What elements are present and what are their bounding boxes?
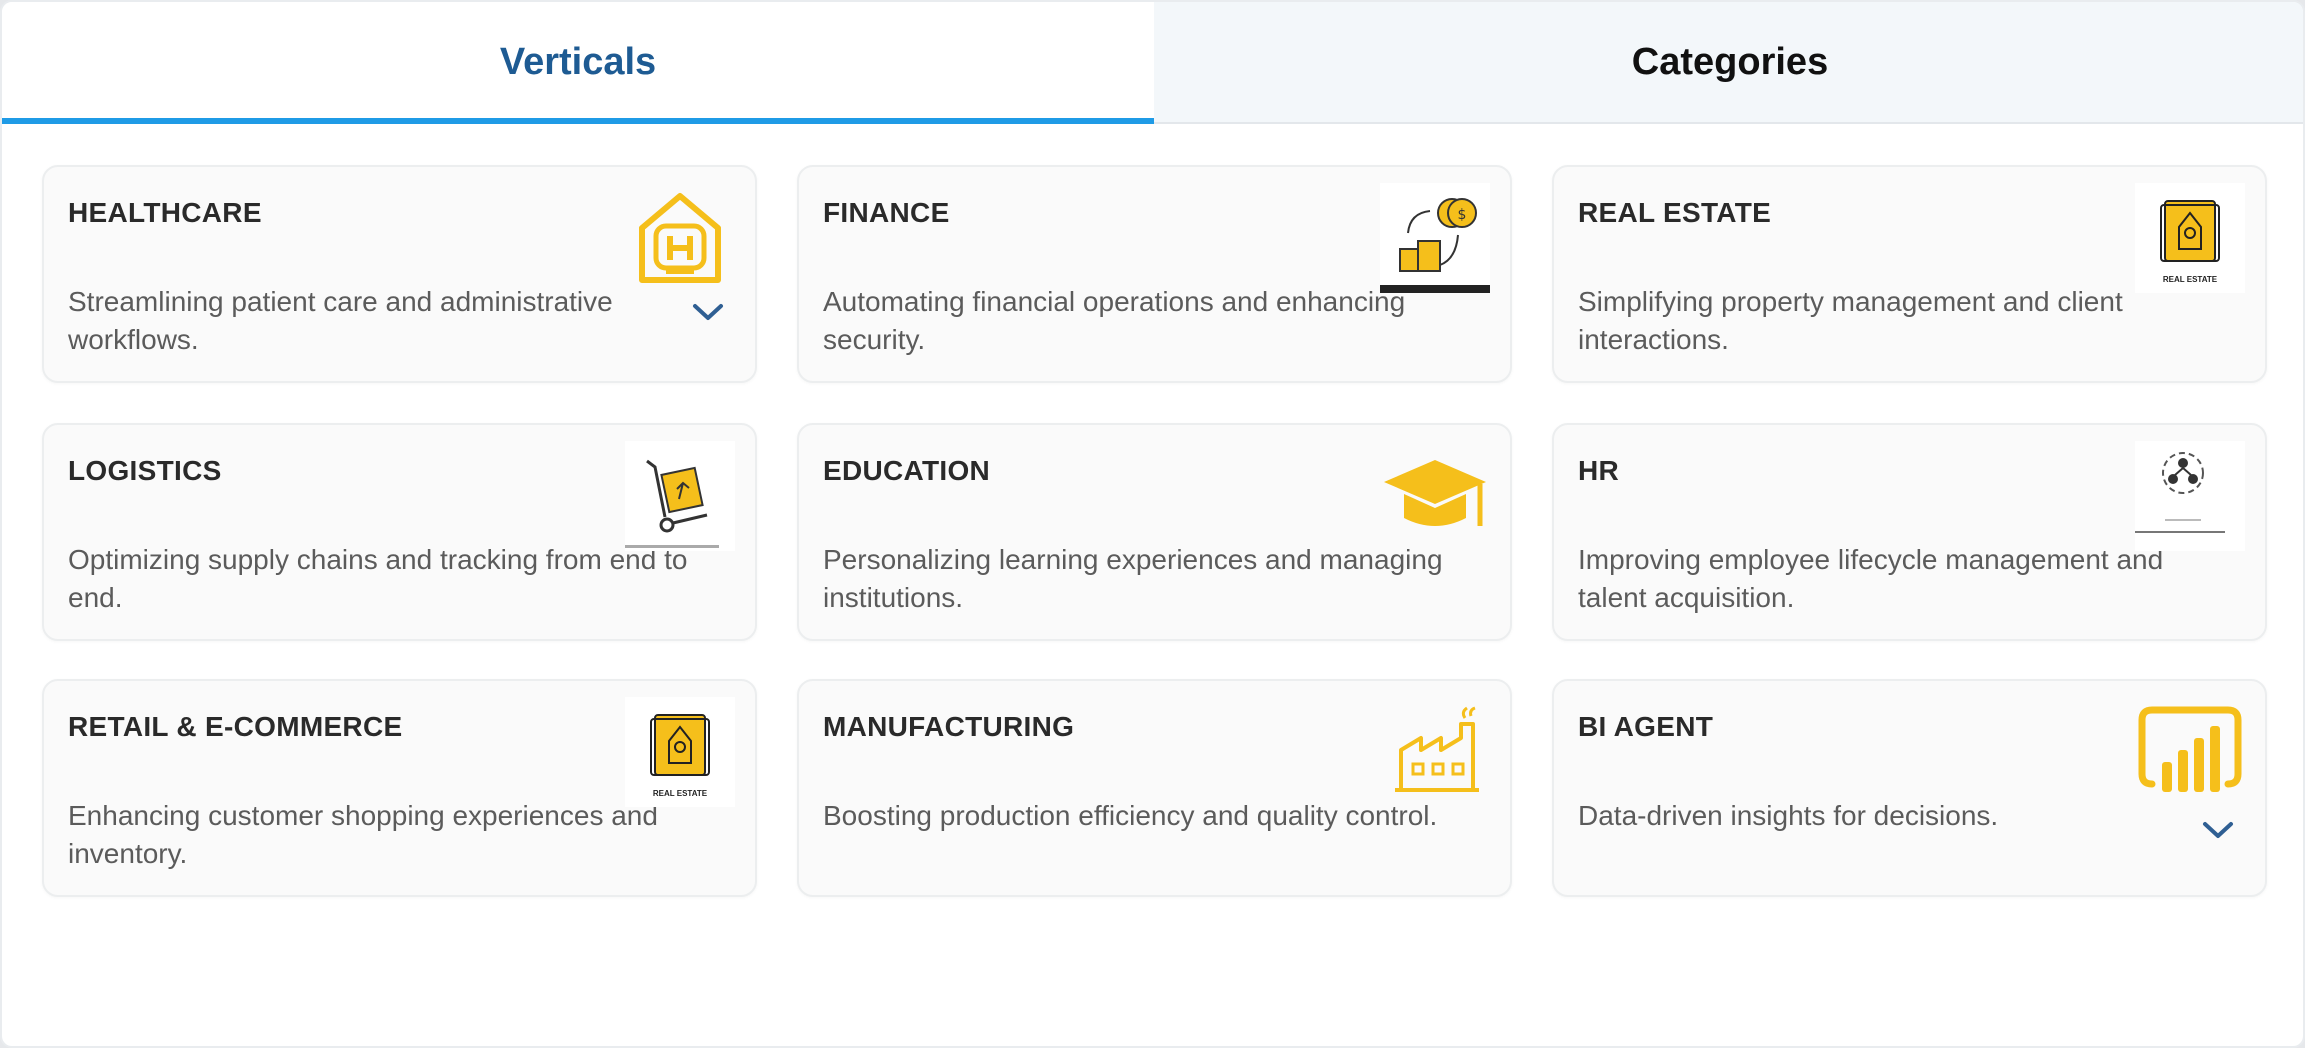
graduation-cap-icon (1380, 441, 1490, 551)
card-title: MANUFACTURING (823, 711, 1075, 742)
team-network-icon (2135, 441, 2245, 551)
card-title: EDUCATION (823, 455, 991, 486)
real-estate-icon: REAL ESTATE (625, 697, 735, 807)
card-title: LOGISTICS (68, 455, 222, 486)
card-title: REAL ESTATE (1578, 197, 1772, 228)
card-title: FINANCE (823, 197, 950, 228)
card-description: Automating financial operations and enha… (823, 286, 1406, 355)
hand-truck-icon (625, 441, 735, 551)
card-title: RETAIL & E-COMMERCE (68, 711, 403, 742)
card-bi-agent[interactable]: BI AGENT Data-driven insights for decisi… (1552, 679, 2267, 897)
card-finance[interactable]: FINANCE Automating financial operations … (797, 165, 1512, 383)
card-hr[interactable]: HR Improving employee lifecycle manageme… (1552, 423, 2267, 641)
card-education[interactable]: EDUCATION Personalizing learning experie… (797, 423, 1512, 641)
card-logistics[interactable]: LOGISTICS Optimizing supply chains and t… (42, 423, 757, 641)
card-description: Enhancing customer shopping experiences … (68, 800, 658, 869)
factory-icon (1380, 697, 1490, 807)
card-description: Improving employee lifecycle management … (1578, 544, 2164, 613)
card-description: Optimizing supply chains and tracking fr… (68, 544, 688, 613)
chevron-down-icon[interactable] (691, 301, 725, 323)
card-healthcare[interactable]: HEALTHCARE Streamlining patient care and… (42, 165, 757, 383)
chevron-down-icon[interactable] (2201, 819, 2235, 841)
card-description: Personalizing learning experiences and m… (823, 544, 1443, 613)
bar-chart-icon (2135, 697, 2245, 807)
card-description: Simplifying property management and clie… (1578, 286, 2123, 355)
real-estate-icon: REAL ESTATE (2135, 183, 2245, 293)
card-retail-ecommerce[interactable]: RETAIL & E-COMMERCE Enhancing customer s… (42, 679, 757, 897)
card-description: Data-driven insights for decisions. (1578, 800, 1999, 831)
coins-exchange-icon: $ (1380, 183, 1490, 293)
card-manufacturing[interactable]: MANUFACTURING Boosting production effici… (797, 679, 1512, 897)
tab-verticals[interactable]: Verticals (2, 2, 1154, 124)
svg-text:$: $ (1458, 207, 1467, 223)
card-title: HEALTHCARE (68, 197, 262, 228)
real-estate-icon-caption: REAL ESTATE (652, 789, 708, 798)
card-title: HR (1578, 455, 1620, 486)
card-real-estate[interactable]: REAL ESTATE Simplifying property managem… (1552, 165, 2267, 383)
card-title: BI AGENT (1578, 711, 1714, 742)
tab-bar: Verticals Categories (2, 2, 2303, 124)
hospital-icon (625, 183, 735, 293)
verticals-panel: Verticals Categories HEALTHCARE Streamli… (0, 0, 2305, 1048)
tab-categories[interactable]: Categories (1154, 2, 2303, 122)
card-description: Boosting production efficiency and quali… (823, 800, 1438, 831)
real-estate-icon-caption: REAL ESTATE (2162, 275, 2218, 284)
card-description: Streamlining patient care and administra… (68, 286, 613, 355)
